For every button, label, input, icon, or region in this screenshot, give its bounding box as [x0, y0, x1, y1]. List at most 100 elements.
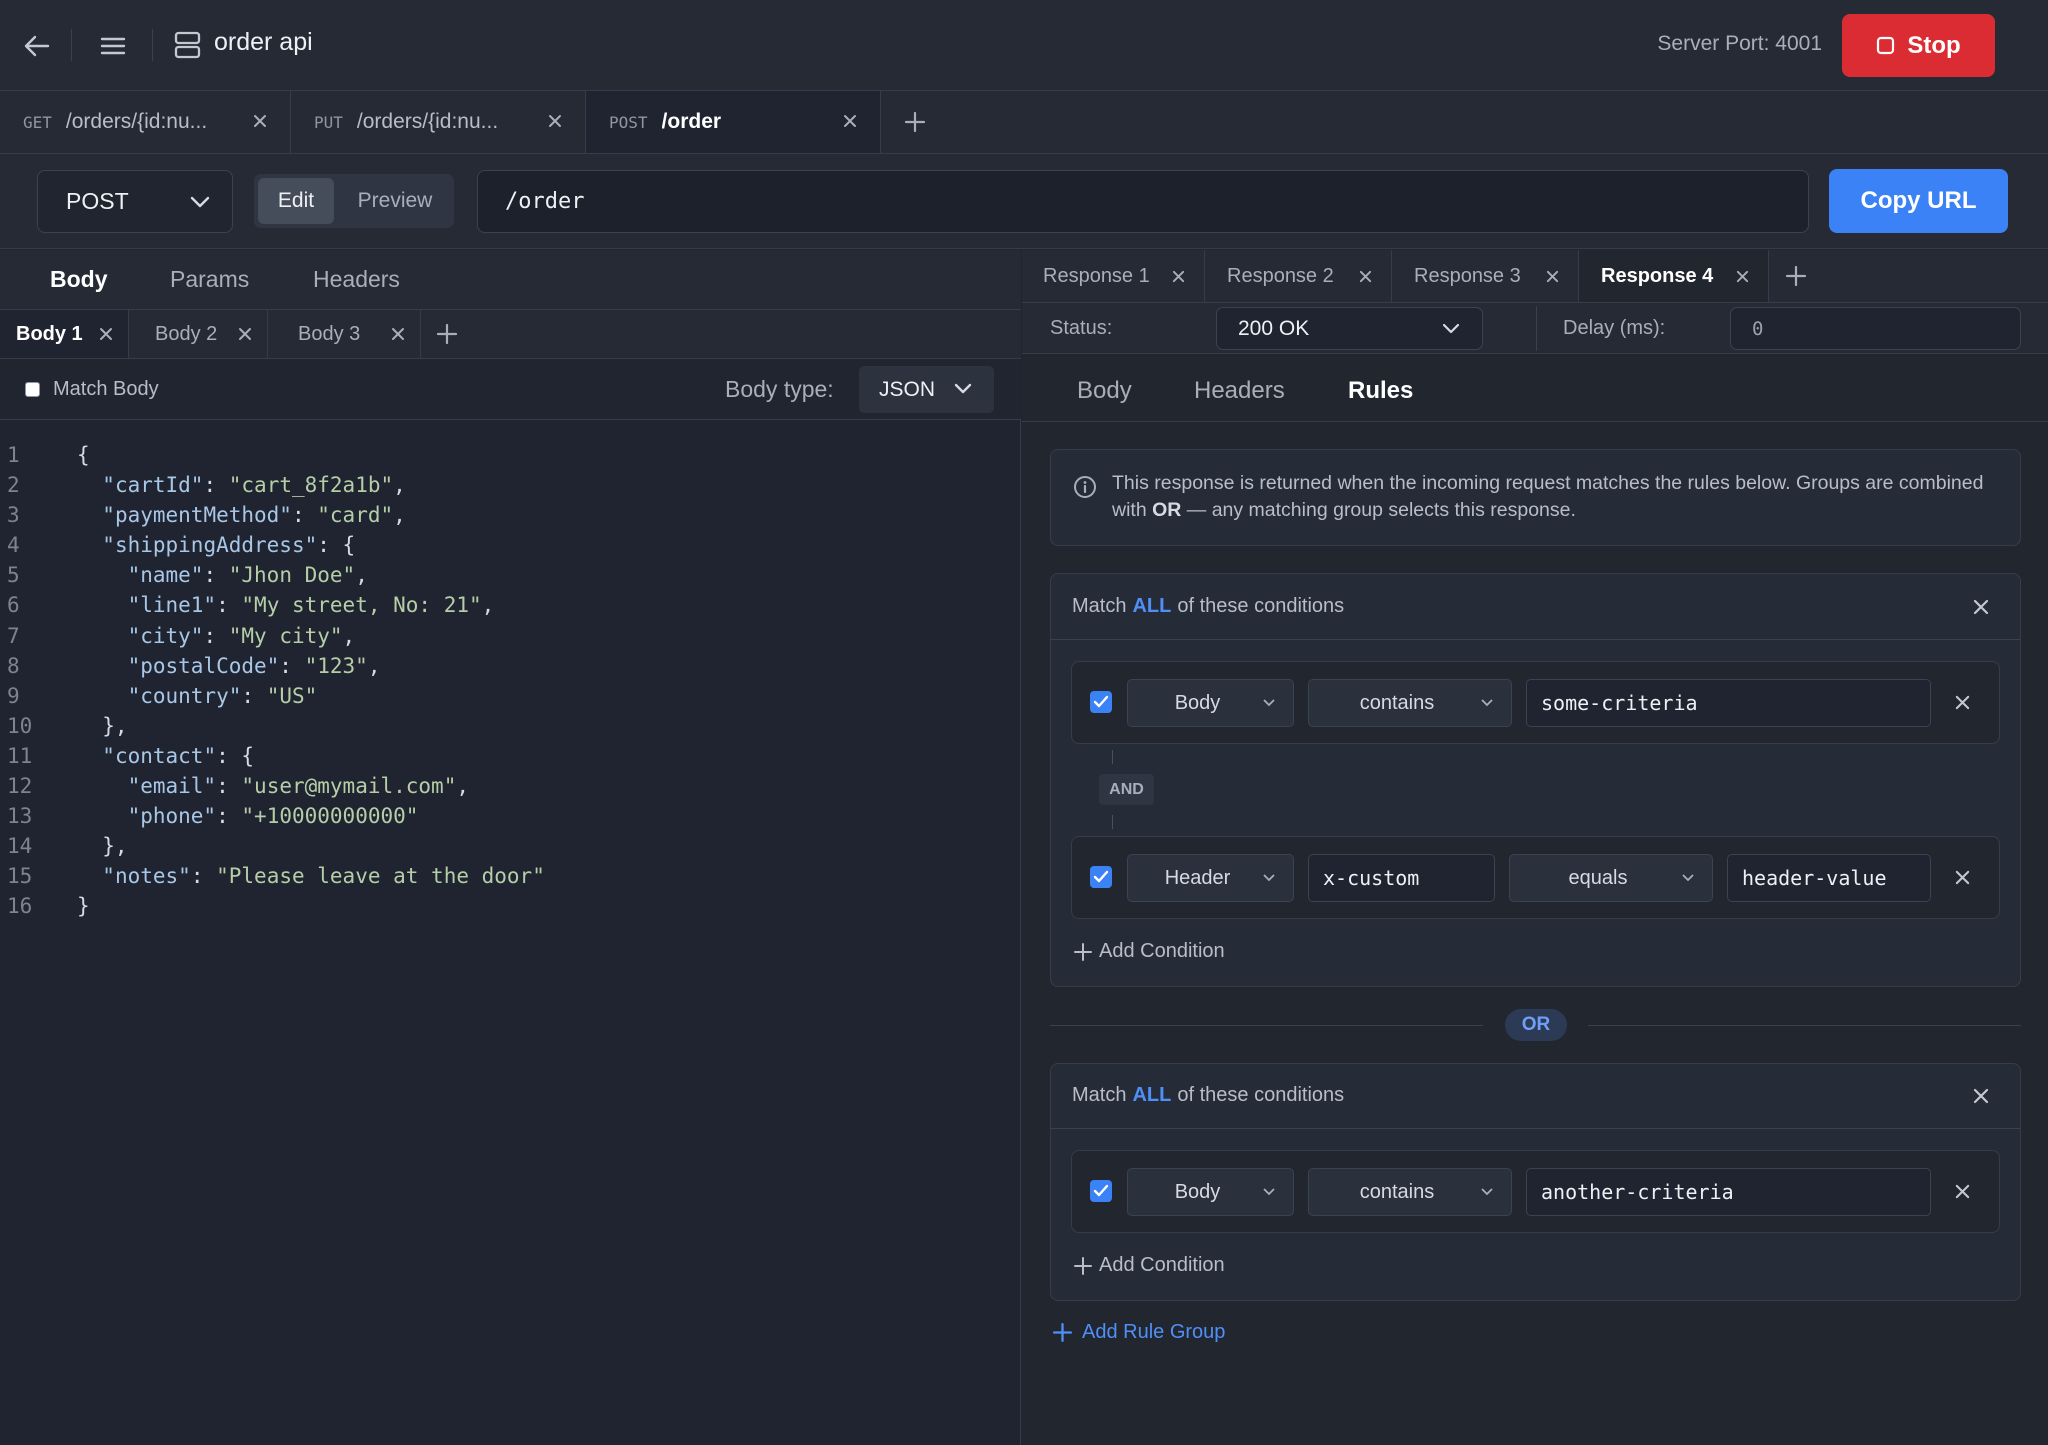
remove-group-close-icon[interactable]	[1972, 1087, 1990, 1105]
close-icon[interactable]	[547, 113, 563, 129]
add-tab-plus-icon[interactable]	[900, 107, 930, 137]
delay-input[interactable]: 0	[1730, 307, 2021, 350]
add-condition-button[interactable]: Add Condition	[1073, 1254, 1225, 1277]
divider	[1051, 639, 2020, 640]
response-tab[interactable]: Response 3	[1392, 250, 1579, 302]
close-icon[interactable]	[1735, 269, 1750, 284]
condition-operator-select[interactable]: contains	[1308, 1168, 1512, 1216]
response-tab[interactable]: Response 2	[1205, 250, 1392, 302]
line-number: 12	[7, 774, 33, 799]
line-number: 8	[7, 653, 20, 678]
match-body-checkbox[interactable]	[25, 382, 40, 397]
close-icon[interactable]	[98, 326, 114, 342]
tab-response-headers[interactable]: Headers	[1194, 377, 1285, 405]
code-text: },	[77, 834, 128, 859]
and-badge: AND	[1099, 774, 1154, 805]
chevron-down-icon	[1263, 874, 1275, 882]
add-response-plus-icon[interactable]	[1782, 262, 1810, 290]
request-tab[interactable]: GET /orders/{id:nu...	[0, 91, 291, 153]
condition-checkbox[interactable]	[1090, 866, 1112, 888]
connector-line	[1112, 750, 1113, 764]
body-tab[interactable]: Body 2	[129, 310, 268, 358]
request-tabs: GET /orders/{id:nu... PUT /orders/{id:nu…	[0, 91, 2048, 154]
tab-path: /orders/{id:nu...	[65, 110, 208, 133]
remove-condition-close-icon[interactable]	[1954, 1183, 1971, 1200]
close-icon[interactable]	[1358, 269, 1373, 284]
condition-checkbox[interactable]	[1090, 691, 1112, 713]
code-text: "paymentMethod": "card",	[102, 503, 406, 528]
close-icon[interactable]	[1171, 269, 1186, 284]
code-line: 2 "cartId": "cart_8f2a1b",	[0, 470, 1020, 500]
line-number: 1	[7, 443, 20, 467]
condition-operator-select[interactable]: equals	[1509, 854, 1713, 902]
code-text: },	[77, 713, 128, 738]
app-title: order api	[214, 28, 313, 56]
url-input[interactable]: /order	[477, 170, 1809, 233]
status-select[interactable]: 200 OK	[1216, 307, 1483, 350]
method-badge: PUT	[314, 112, 343, 132]
code-line: 6 "line1": "My street, No: 21",	[0, 590, 1020, 620]
tab-rules[interactable]: Rules	[1348, 377, 1413, 405]
condition-value-input[interactable]: another-criteria	[1526, 1168, 1931, 1216]
response-tab-active[interactable]: Response 4	[1579, 250, 1769, 302]
tab-params[interactable]: Params	[170, 266, 249, 293]
back-arrow-icon[interactable]	[18, 28, 56, 64]
remove-group-close-icon[interactable]	[1972, 598, 1990, 616]
condition-value-input[interactable]: header-value	[1727, 854, 1931, 902]
group-match-label: Match ALL of these conditions	[1072, 595, 1345, 617]
plus-icon	[1074, 942, 1092, 961]
line-number: 3	[7, 503, 20, 528]
close-icon[interactable]	[1545, 269, 1560, 284]
code-text: "contact": {	[102, 743, 255, 768]
condition-source-select[interactable]: Body	[1127, 679, 1294, 727]
tab-headers[interactable]: Headers	[313, 266, 400, 293]
close-icon[interactable]	[252, 113, 268, 129]
code-line: 3 "paymentMethod": "card",	[0, 500, 1020, 530]
stop-label: Stop	[1907, 31, 1961, 59]
close-icon[interactable]	[842, 113, 858, 129]
body-tab-label: Body 3	[298, 322, 361, 345]
check-icon	[1093, 870, 1109, 883]
body-type-select[interactable]: JSON	[859, 366, 994, 413]
request-tab[interactable]: PUT /orders/{id:nu...	[291, 91, 586, 153]
preview-mode-button[interactable]: Preview	[340, 178, 450, 224]
close-icon[interactable]	[390, 326, 406, 342]
edit-mode-button[interactable]: Edit	[258, 178, 334, 224]
code-editor[interactable]: 1{2 "cartId": "cart_8f2a1b", 3 "paymentMe…	[0, 440, 1020, 922]
add-body-plus-icon[interactable]	[433, 320, 461, 348]
method-select[interactable]: POST	[37, 170, 233, 233]
condition-source-select[interactable]: Header	[1127, 854, 1294, 902]
condition-source-select[interactable]: Body	[1127, 1168, 1294, 1216]
code-line: 16}	[0, 891, 1020, 921]
condition-key-input[interactable]: x-custom	[1308, 854, 1495, 902]
request-tab-active[interactable]: POST /order	[586, 91, 881, 153]
chevron-down-icon	[1682, 874, 1694, 882]
add-rule-group-button[interactable]: Add Rule Group	[1052, 1321, 1225, 1344]
condition-operator-select[interactable]: contains	[1308, 679, 1512, 727]
condition-value-input[interactable]: some-criteria	[1526, 679, 1931, 727]
body-tab-active[interactable]: Body 1	[0, 310, 129, 358]
line-number: 10	[7, 713, 33, 738]
stop-button[interactable]: Stop	[1842, 14, 1995, 77]
response-tab-label: Response 3	[1414, 264, 1521, 287]
copy-url-button[interactable]: Copy URL	[1829, 169, 2008, 233]
or-badge: OR	[1505, 1009, 1567, 1041]
condition-checkbox[interactable]	[1090, 1180, 1112, 1202]
remove-condition-close-icon[interactable]	[1954, 869, 1971, 886]
tab-response-body[interactable]: Body	[1077, 377, 1132, 405]
connector-line	[1112, 815, 1113, 829]
match-body-label: Match Body	[53, 378, 159, 400]
close-icon[interactable]	[237, 326, 253, 342]
add-condition-button[interactable]: Add Condition	[1073, 940, 1225, 963]
tab-body[interactable]: Body	[50, 266, 108, 293]
response-tab[interactable]: Response 1	[1022, 250, 1205, 302]
body-tab[interactable]: Body 3	[268, 310, 421, 358]
divider	[71, 29, 72, 61]
check-icon	[1093, 695, 1109, 708]
remove-condition-close-icon[interactable]	[1954, 694, 1971, 711]
menu-icon[interactable]	[95, 28, 131, 64]
rules-info-text: This response is returned when the incom…	[1112, 472, 1984, 521]
code-text: "city": "My city",	[127, 623, 356, 648]
code-line: 14 },	[0, 831, 1020, 861]
chevron-down-icon	[1481, 1188, 1493, 1196]
